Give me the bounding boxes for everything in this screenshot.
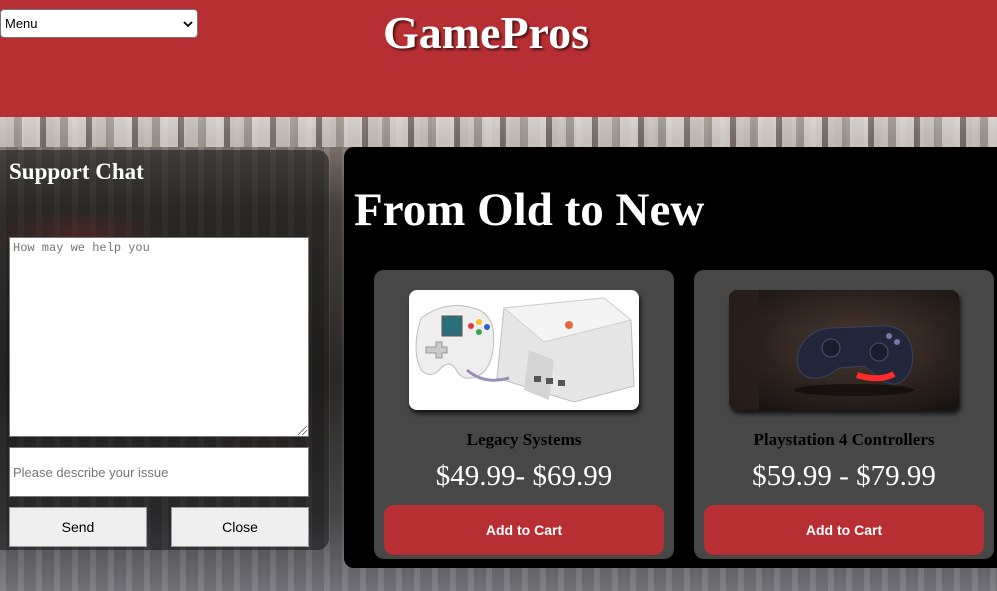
chat-message-placeholder: How may we help you xyxy=(13,241,150,255)
products-heading: From Old to New xyxy=(354,184,705,236)
issue-input-placeholder: Please describe your issue xyxy=(13,464,169,480)
chat-message-textarea[interactable]: How may we help you xyxy=(9,237,309,437)
add-to-cart-button[interactable]: Add to Cart xyxy=(704,505,984,555)
resize-handle-icon[interactable] xyxy=(298,426,307,435)
product-price: $49.99- $69.99 xyxy=(435,460,613,492)
site-title: GamePros xyxy=(382,7,590,58)
send-button[interactable]: Send xyxy=(9,507,147,547)
retro-console-image xyxy=(409,290,639,410)
product-card: Playstation 4 Controllers $59.99 - $79.9… xyxy=(694,270,994,559)
issue-input[interactable]: Please describe your issue xyxy=(9,447,309,497)
support-chat: Support Chat How may we help you Please … xyxy=(0,150,329,550)
site-header: Menu GamePros xyxy=(0,0,997,117)
products-panel: From Old to New Legacy Systems $49.99- $… xyxy=(344,147,997,568)
product-price: $59.99 - $79.99 xyxy=(752,460,936,492)
support-chat-title: Support Chat xyxy=(9,159,144,184)
product-name: Legacy Systems xyxy=(466,430,582,449)
product-name: Playstation 4 Controllers xyxy=(753,430,935,449)
add-to-cart-button[interactable]: Add to Cart xyxy=(384,505,664,555)
product-card: Legacy Systems $49.99- $69.99 Add to Car… xyxy=(374,270,674,559)
close-button[interactable]: Close xyxy=(171,507,309,547)
ps4-controller-image xyxy=(729,290,959,410)
background-ceiling xyxy=(0,117,997,147)
